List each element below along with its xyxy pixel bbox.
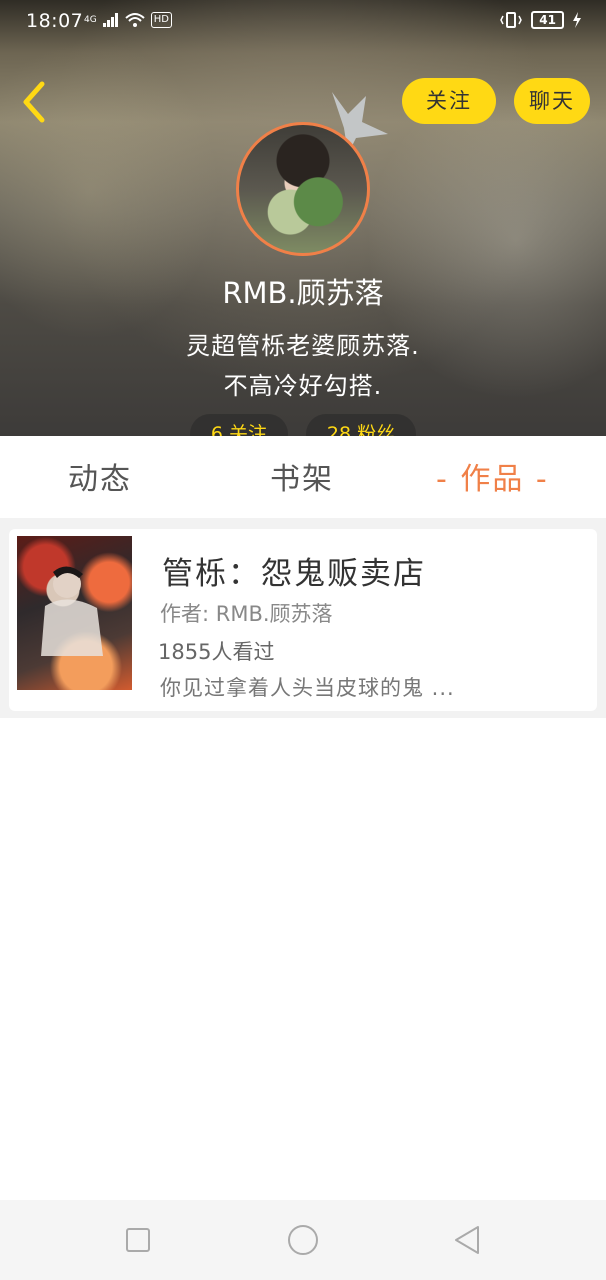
bio-line-2: 不高冷好勾搭. bbox=[223, 372, 383, 400]
hd-badge: HD bbox=[150, 12, 172, 28]
profile-header: 18:07 4G HD 41 关注 聊天 RMB.顾苏落 灵超管栎老婆顾苏落. … bbox=[0, 0, 606, 436]
system-navigation-bar bbox=[0, 1200, 606, 1280]
wifi-icon bbox=[125, 13, 145, 27]
back-arrow-icon[interactable] bbox=[18, 80, 50, 124]
battery-level: 41 bbox=[531, 11, 564, 29]
tab-bookshelf[interactable]: 书架 bbox=[270, 454, 334, 498]
nav-home-icon[interactable] bbox=[285, 1222, 321, 1258]
username: RMB.顾苏落 bbox=[222, 276, 384, 310]
following-count[interactable]: 6 关注 bbox=[190, 414, 288, 436]
tab-works[interactable]: - 作品 - bbox=[436, 454, 549, 498]
signal-icon bbox=[102, 13, 118, 27]
vibrate-icon bbox=[500, 12, 523, 28]
status-time: 18:07 bbox=[26, 10, 84, 32]
book-cover-image[interactable] bbox=[17, 536, 132, 690]
avatar[interactable] bbox=[236, 122, 370, 256]
status-right: 41 bbox=[499, 11, 582, 29]
work-description: 你见过拿着人头当皮球的鬼 ... bbox=[160, 676, 455, 700]
bio-line-1: 灵超管栎老婆顾苏落. bbox=[186, 332, 420, 360]
work-author: 作者: RMB.顾苏落 bbox=[160, 602, 333, 626]
nav-back-icon[interactable] bbox=[450, 1222, 486, 1258]
network-indicators: 4G HD bbox=[84, 12, 172, 28]
charging-icon bbox=[573, 12, 581, 28]
chat-button[interactable]: 聊天 bbox=[514, 78, 590, 124]
tab-activity[interactable]: 动态 bbox=[68, 454, 132, 498]
work-title[interactable]: 管栎：怨鬼贩卖店 bbox=[162, 548, 426, 593]
cover-figure bbox=[41, 566, 103, 656]
status-bar: 18:07 4G HD 41 bbox=[0, 0, 606, 44]
follow-button[interactable]: 关注 bbox=[402, 78, 496, 124]
profile-tabs: 动态 书架 - 作品 - bbox=[0, 436, 606, 518]
fans-count[interactable]: 28 粉丝 bbox=[306, 414, 416, 436]
nav-recent-icon[interactable] bbox=[120, 1222, 156, 1258]
network-type: 4G bbox=[84, 15, 97, 25]
work-views: 1855人看过 bbox=[158, 640, 275, 664]
